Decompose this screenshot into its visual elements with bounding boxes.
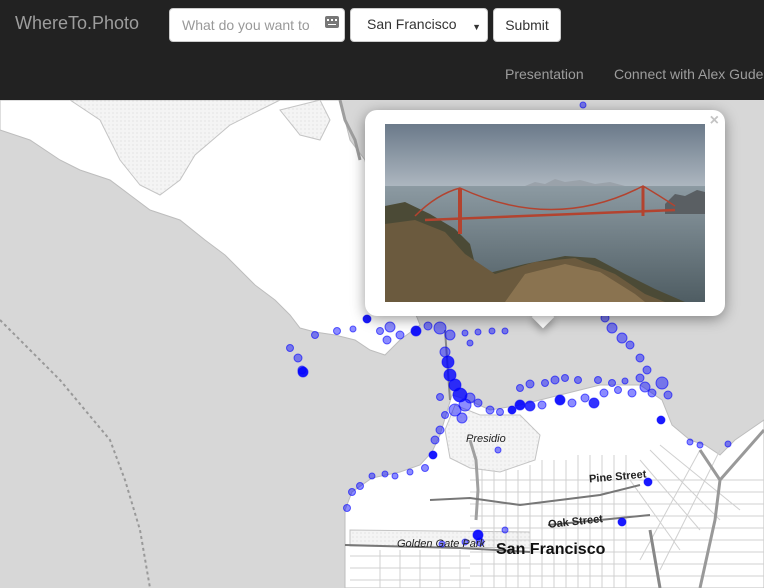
caret-down-icon: ▼ <box>472 22 481 32</box>
brand-logo[interactable]: WhereTo.Photo <box>15 13 139 34</box>
golden-gate-photo <box>385 124 705 302</box>
nav-link-connect[interactable]: Connect with Alex Gude <box>614 66 763 82</box>
nav-link-presentation[interactable]: Presentation <box>505 66 584 82</box>
submit-button[interactable]: Submit <box>493 8 561 42</box>
map-label-presidio: Presidio <box>466 433 506 445</box>
city-select-value: San Francisco <box>367 16 457 32</box>
photo-popup: × <box>365 110 725 316</box>
city-select[interactable]: San Francisco ▼ <box>350 8 488 42</box>
search-input[interactable] <box>169 8 345 42</box>
keyboard-icon[interactable] <box>325 16 339 28</box>
map-label-san-francisco: San Francisco <box>496 541 606 558</box>
map-label-golden-gate-park: Golden Gate Park <box>397 538 486 550</box>
navbar: WhereTo.Photo San Francisco ▼ Submit Pre… <box>0 0 764 100</box>
popup-photo[interactable] <box>385 124 705 302</box>
close-icon[interactable]: × <box>710 112 719 130</box>
